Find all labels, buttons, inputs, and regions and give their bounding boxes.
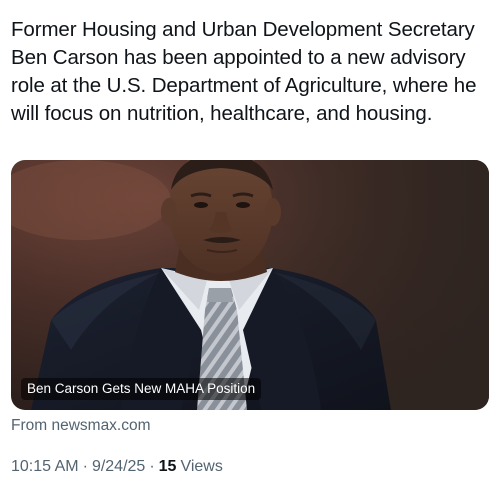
separator: · (149, 458, 155, 475)
post-date[interactable]: 9/24/25 (92, 458, 145, 476)
link-card-source[interactable]: From newsmax.com (11, 417, 151, 435)
separator: · (82, 458, 88, 475)
post-metadata: 10:15 AM · 9/24/25 · 15 Views (11, 458, 223, 476)
link-card-image (11, 160, 489, 410)
views-count[interactable]: 15 (159, 458, 177, 476)
link-card[interactable]: Ben Carson Gets New MAHA Position (11, 160, 489, 410)
post-time[interactable]: 10:15 AM (11, 458, 79, 476)
views-label: Views (180, 458, 223, 475)
post-text: Former Housing and Urban Development Sec… (11, 18, 477, 125)
link-card-title: Ben Carson Gets New MAHA Position (21, 378, 262, 400)
